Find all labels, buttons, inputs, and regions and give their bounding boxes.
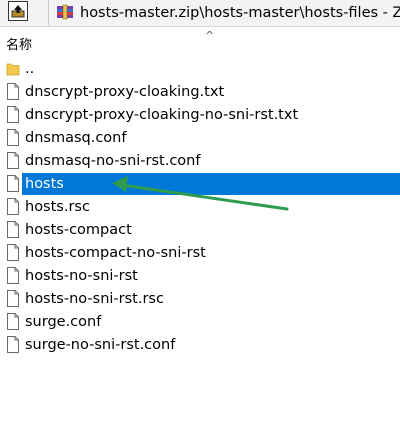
- file-row[interactable]: hosts: [0, 173, 400, 195]
- file-row[interactable]: dnsmasq-no-sni-rst.conf: [0, 150, 400, 172]
- folder-up-icon[interactable]: [8, 1, 28, 21]
- sort-ascending-icon: ^: [205, 29, 215, 42]
- file-name: dnscrypt-proxy-cloaking-no-sni-rst.txt: [25, 107, 299, 123]
- file-row[interactable]: surge.conf: [0, 311, 400, 333]
- column-header: 名称 ^: [0, 29, 400, 53]
- file-name: dnsmasq.conf: [25, 130, 127, 146]
- file-name: surge.conf: [25, 314, 102, 330]
- toolbar: hosts-master.zip\hosts-master\hosts-file…: [0, 0, 400, 27]
- file-icon: [7, 175, 19, 192]
- file-name: hosts: [25, 176, 64, 192]
- file-icon: [7, 313, 19, 330]
- file-row[interactable]: hosts-compact: [0, 219, 400, 241]
- file-icon: [7, 267, 19, 284]
- file-name: surge-no-sni-rst.conf: [25, 337, 176, 353]
- winrar-archive-icon: [57, 4, 73, 20]
- parent-folder-row[interactable]: ..: [0, 58, 400, 80]
- address-path: hosts-master.zip\hosts-master\hosts-file…: [80, 5, 400, 21]
- file-row[interactable]: dnscrypt-proxy-cloaking.txt: [0, 81, 400, 103]
- file-row[interactable]: dnsmasq.conf: [0, 127, 400, 149]
- file-icon: [7, 221, 19, 238]
- file-row[interactable]: hosts-no-sni-rst.rsc: [0, 288, 400, 310]
- folder-icon: [6, 63, 20, 76]
- file-icon: [7, 290, 19, 307]
- file-icon: [7, 198, 19, 215]
- file-icon: [7, 129, 19, 146]
- file-row[interactable]: surge-no-sni-rst.conf: [0, 334, 400, 356]
- file-name: hosts-no-sni-rst.rsc: [25, 291, 164, 307]
- file-name: ..: [25, 61, 35, 77]
- file-icon: [7, 106, 19, 123]
- file-icon: [7, 336, 19, 353]
- file-icon: [7, 152, 19, 169]
- file-name: hosts.rsc: [25, 199, 90, 215]
- file-name: hosts-no-sni-rst: [25, 268, 138, 284]
- file-icon: [7, 83, 19, 100]
- file-name: dnscrypt-proxy-cloaking.txt: [25, 84, 225, 100]
- file-row[interactable]: dnscrypt-proxy-cloaking-no-sni-rst.txt: [0, 104, 400, 126]
- file-name: hosts-compact: [25, 222, 132, 238]
- file-row[interactable]: hosts.rsc: [0, 196, 400, 218]
- file-icon: [7, 244, 19, 261]
- file-row[interactable]: hosts-compact-no-sni-rst: [0, 242, 400, 264]
- selection-highlight: [22, 173, 400, 195]
- file-name: hosts-compact-no-sni-rst: [25, 245, 206, 261]
- file-name: dnsmasq-no-sni-rst.conf: [25, 153, 201, 169]
- file-row[interactable]: hosts-no-sni-rst: [0, 265, 400, 287]
- column-name-header[interactable]: 名称: [6, 34, 32, 53]
